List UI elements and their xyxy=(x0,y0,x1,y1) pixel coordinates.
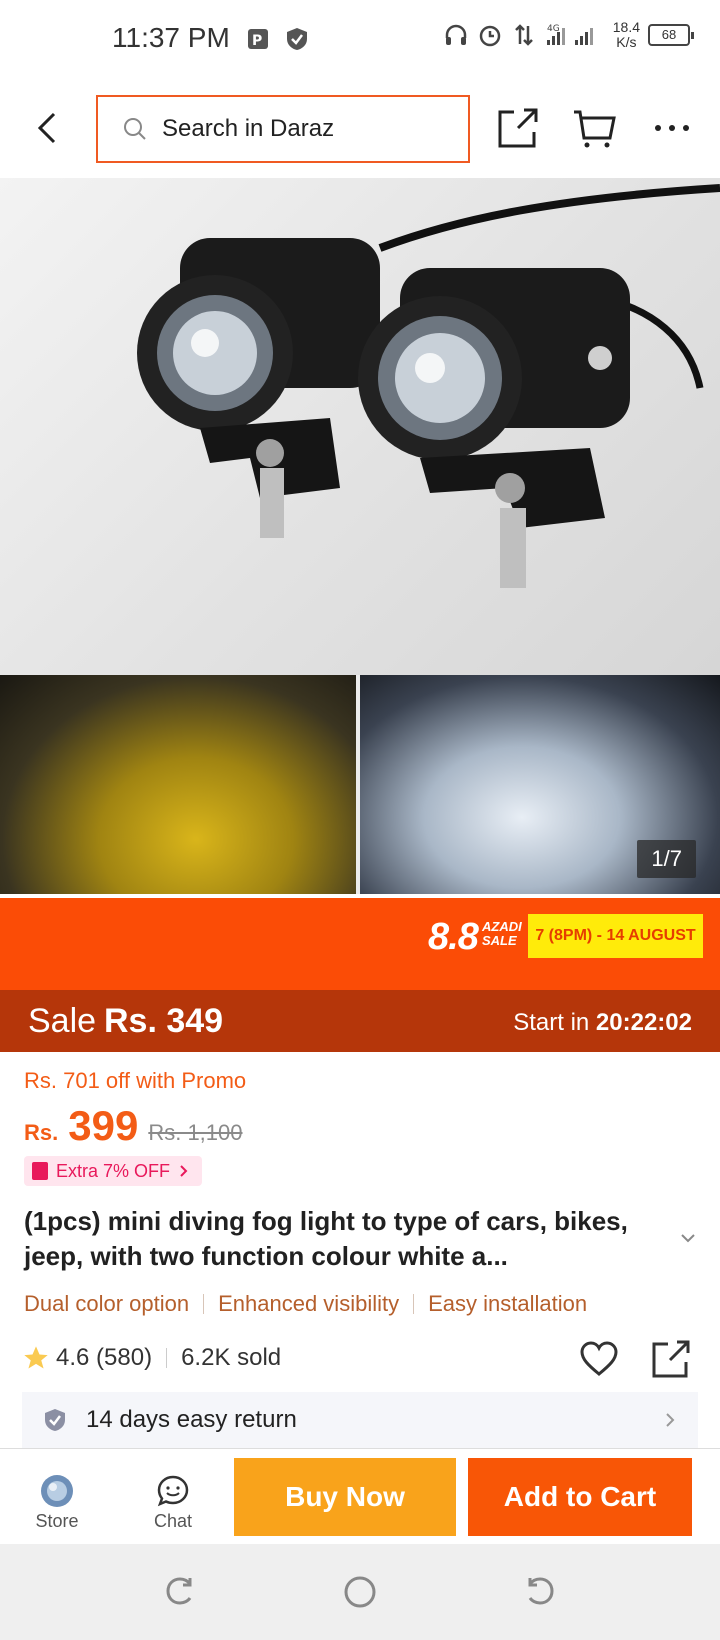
divider xyxy=(203,1294,205,1314)
chat-button[interactable]: Chat xyxy=(128,1473,218,1532)
sale-label: Sale xyxy=(28,1002,97,1040)
speed-value: 18.4 xyxy=(612,19,640,35)
store-button[interactable]: Store xyxy=(12,1473,102,1532)
feature-highlights: Dual color option Enhanced visibility Ea… xyxy=(24,1291,587,1317)
feature-item: Dual color option xyxy=(24,1291,190,1316)
shield-check-icon xyxy=(45,1409,65,1431)
campaign-banner[interactable]: 8.8 AZADI SALE 7 (8PM) - 14 AUGUST xyxy=(0,898,720,990)
rating-value: 4.6 xyxy=(56,1344,90,1371)
cart-icon[interactable] xyxy=(570,104,618,152)
store-icon xyxy=(41,1475,73,1507)
price-currency: Rs. xyxy=(24,1120,59,1145)
extra-discount-text: Extra 7% OFF xyxy=(56,1160,171,1181)
gallery-page-indicator: 1/7 xyxy=(637,840,696,878)
fog-light-pair-image xyxy=(137,184,720,588)
sold-count: 6.2K sold xyxy=(181,1344,282,1371)
current-price: 399 xyxy=(68,1102,139,1149)
add-to-cart-button[interactable]: Add to Cart xyxy=(468,1458,692,1536)
search-icon xyxy=(124,118,146,140)
review-count: (580) xyxy=(96,1344,153,1371)
status-bar: 11:37 PM P 4G 18.4 K/s 68 xyxy=(0,0,720,80)
alarm-icon xyxy=(479,25,500,47)
store-label: Store xyxy=(35,1511,79,1531)
search-placeholder: Search in Daraz xyxy=(162,115,335,142)
product-image-yellow-beam xyxy=(0,675,356,894)
buy-now-button[interactable]: Buy Now xyxy=(234,1458,456,1536)
start-in-label: Start in xyxy=(513,1009,590,1036)
feature-item: Enhanced visibility xyxy=(218,1291,400,1316)
return-policy-text: 14 days easy return xyxy=(86,1406,297,1433)
search-input[interactable]: Search in Daraz xyxy=(96,95,470,163)
signal-icon: 4G xyxy=(546,24,593,45)
campaign-date-range: 7 (8PM) - 14 AUGUST xyxy=(528,914,703,958)
promo-discount-text[interactable]: Rs. 701 off with Promo xyxy=(24,1068,246,1094)
system-nav-bar xyxy=(0,1544,720,1640)
data-transfer-icon xyxy=(514,24,533,46)
svg-text:P: P xyxy=(252,33,262,49)
status-left-icons: P xyxy=(246,26,310,52)
product-title: (1pcs) mini diving fog light to type of … xyxy=(24,1206,628,1271)
back-icon[interactable] xyxy=(522,1574,558,1610)
status-right-icons: 4G 18.4 K/s 68 xyxy=(443,20,694,50)
wishlist-heart-icon[interactable] xyxy=(578,1338,620,1380)
campaign-logo: 8.8 xyxy=(428,916,479,958)
campaign-logo-sub: AZADI SALE xyxy=(482,920,522,948)
chat-icon xyxy=(157,1475,189,1507)
recent-apps-icon[interactable] xyxy=(162,1574,198,1610)
divider xyxy=(166,1348,168,1368)
price-row: Rs. 399 Rs. 1,100 xyxy=(24,1102,243,1150)
battery-icon: 68 xyxy=(648,24,694,46)
battery-level: 68 xyxy=(661,27,677,42)
countdown-timer: 20:22:02 xyxy=(595,1009,692,1036)
speed-unit: K/s xyxy=(616,34,637,50)
campaign-sub-line1: AZADI xyxy=(482,919,522,934)
parking-icon: P xyxy=(248,29,268,49)
headphones-icon xyxy=(445,24,466,45)
sale-countdown: Start in 20:22:02 xyxy=(513,1009,692,1037)
product-image-main xyxy=(0,178,720,675)
share-icon[interactable] xyxy=(494,104,542,152)
flash-sale-bar: Sale Rs. 349 Start in 20:22:02 xyxy=(0,990,720,1052)
extra-discount-badge[interactable]: Extra 7% OFF xyxy=(24,1156,203,1186)
shield-icon xyxy=(287,28,307,50)
status-time: 11:37 PM xyxy=(112,22,230,53)
original-price: Rs. 1,100 xyxy=(148,1120,243,1145)
back-arrow-icon[interactable] xyxy=(28,106,68,150)
share-icon[interactable] xyxy=(650,1338,692,1380)
home-icon[interactable] xyxy=(342,1574,378,1610)
top-nav: Search in Daraz xyxy=(0,80,720,178)
product-gallery[interactable]: 1/7 xyxy=(0,178,720,894)
more-options-icon[interactable] xyxy=(648,104,696,152)
bottom-action-bar: Store Chat Buy Now Add to Cart xyxy=(0,1448,720,1544)
feature-item: Easy installation xyxy=(428,1291,588,1316)
campaign-sub-line2: SALE xyxy=(482,933,517,948)
network-speed: 18.4 K/s xyxy=(613,20,640,50)
star-icon xyxy=(24,1346,48,1369)
chevron-right-icon xyxy=(180,1165,188,1177)
return-policy-row[interactable]: 14 days easy return xyxy=(22,1392,698,1448)
rating-row[interactable]: 4.6 (580) 6.2K sold xyxy=(22,1344,281,1372)
divider xyxy=(413,1294,415,1314)
chevron-right-icon xyxy=(666,1413,675,1427)
sale-price: Rs. 349 xyxy=(104,1002,224,1040)
chat-label: Chat xyxy=(153,1511,193,1531)
chevron-down-icon[interactable] xyxy=(678,1228,698,1248)
voucher-icon xyxy=(32,1162,48,1180)
